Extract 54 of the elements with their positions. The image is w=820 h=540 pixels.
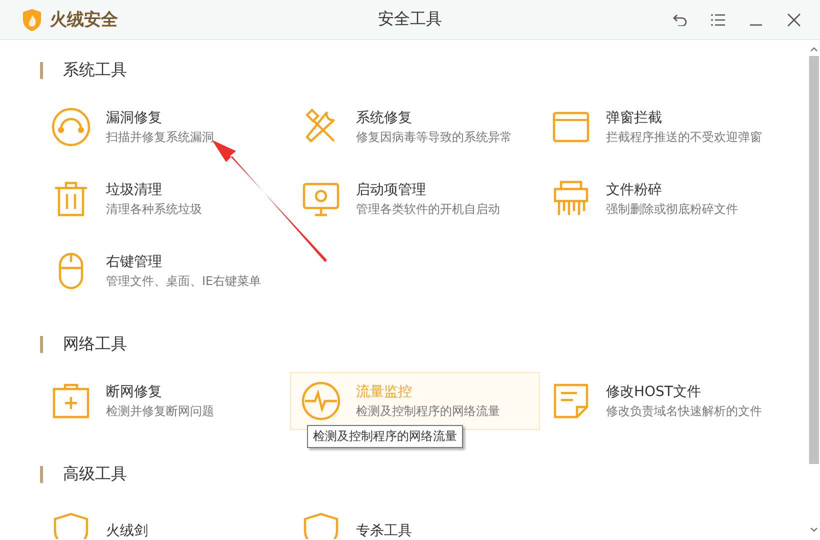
tool-title: 火绒剑 xyxy=(106,522,148,539)
app-name: 火绒安全 xyxy=(50,9,118,31)
tool-description: 强制删除或彻底粉碎文件 xyxy=(606,201,738,218)
section-heading: 系统工具 xyxy=(63,60,127,80)
medkit-icon xyxy=(51,381,91,421)
tool-item[interactable]: 文件粉碎 强制删除或彻底粉碎文件 xyxy=(540,170,790,228)
flame-shield-logo-icon xyxy=(22,8,42,30)
shield-icon xyxy=(51,511,91,539)
scrollbar-thumb[interactable] xyxy=(809,56,819,464)
tool-title: 启动项管理 xyxy=(356,181,427,200)
tool-item[interactable]: 流量监控 检测及控制程序的网络流量 xyxy=(290,372,540,430)
tool-description: 管理文件、桌面、IE右键菜单 xyxy=(106,273,262,290)
minimize-icon xyxy=(750,24,762,26)
tool-item[interactable]: 断网修复 检测并修复断网问题 xyxy=(40,372,290,430)
tool-item[interactable]: 专杀工具 xyxy=(290,502,540,539)
tool-item[interactable]: 弹窗拦截 拦截程序推送的不受欢迎弹窗 xyxy=(540,98,790,156)
tool-description: 扫描并修复系统漏洞 xyxy=(106,129,214,146)
tool-description: 修复因病毒等导致的系统异常 xyxy=(356,129,512,146)
close-icon xyxy=(787,12,801,26)
document-icon xyxy=(551,381,591,421)
undo-arrow-icon xyxy=(673,14,687,26)
tool-title: 垃圾清理 xyxy=(106,181,163,200)
tool-item[interactable]: 修改HOST文件 修改负责域名快速解析的文件 xyxy=(540,372,790,430)
tool-title: 专杀工具 xyxy=(356,522,412,539)
tool-title: 系统修复 xyxy=(356,109,413,128)
tool-title: 漏洞修复 xyxy=(106,109,163,128)
section-heading: 网络工具 xyxy=(63,334,127,354)
tool-title: 文件粉碎 xyxy=(606,181,663,200)
scroll-up-icon[interactable] xyxy=(810,46,818,52)
tool-item[interactable]: 垃圾清理 清理各种系统垃圾 xyxy=(40,170,290,228)
tool-title: 修改HOST文件 xyxy=(606,383,702,402)
pulse-circle-icon xyxy=(301,381,341,421)
tool-item[interactable]: 火绒剑 xyxy=(40,502,290,539)
tooltip: 检测及控制程序的网络流量 xyxy=(307,425,463,448)
tool-description: 检测并修复断网问题 xyxy=(106,403,214,420)
scroll-down-icon[interactable] xyxy=(810,527,818,533)
tool-item[interactable]: 右键管理 管理文件、桌面、IE右键菜单 xyxy=(40,242,290,300)
tool-description: 拦截程序推送的不受欢迎弹窗 xyxy=(606,129,762,146)
tool-description: 管理各类软件的开机自启动 xyxy=(356,201,500,218)
tool-title: 右键管理 xyxy=(106,253,163,272)
tool-description: 检测及控制程序的网络流量 xyxy=(356,403,500,420)
tool-description: 修改负责域名快速解析的文件 xyxy=(606,403,762,420)
headset-circle-icon xyxy=(51,107,91,147)
shield-icon xyxy=(301,511,341,539)
tool-item[interactable]: 系统修复 修复因病毒等导致的系统异常 xyxy=(290,98,540,156)
tool-title: 流量监控 xyxy=(356,383,413,402)
menu-icon xyxy=(711,14,725,26)
tool-description: 清理各种系统垃圾 xyxy=(106,201,202,218)
tool-item[interactable]: 漏洞修复 扫描并修复系统漏洞 xyxy=(40,98,290,156)
tool-title: 弹窗拦截 xyxy=(606,109,663,128)
window-title: 安全工具 xyxy=(378,9,442,28)
tool-title: 断网修复 xyxy=(106,383,163,402)
tool-item[interactable]: 启动项管理 管理各类软件的开机自启动 xyxy=(290,170,540,228)
section-heading: 高级工具 xyxy=(63,464,127,484)
